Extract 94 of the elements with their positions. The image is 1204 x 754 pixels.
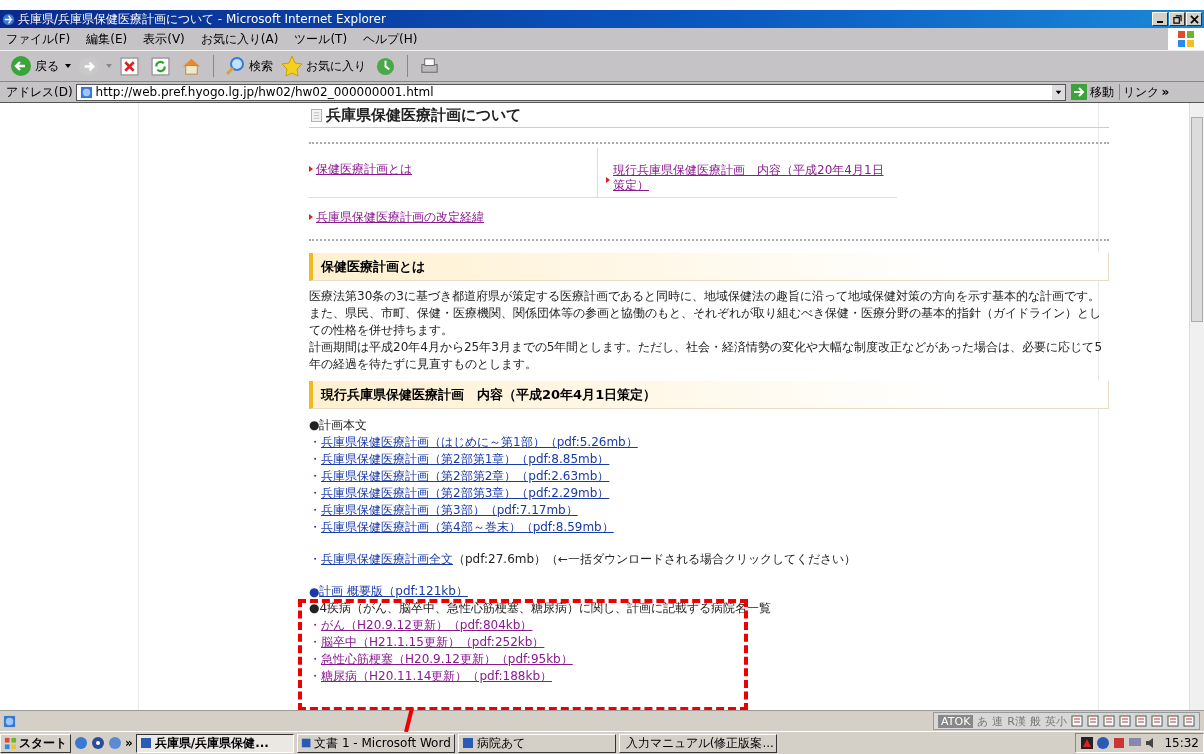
- more-links-button[interactable]: »: [1161, 85, 1170, 99]
- search-icon: [224, 55, 246, 77]
- taskbar-button[interactable]: 兵庫県/兵庫県保健...: [135, 733, 294, 753]
- menu-item[interactable]: ツール(T): [294, 30, 348, 48]
- bullet: ・: [309, 668, 321, 685]
- close-icon: [1189, 14, 1199, 24]
- links-label[interactable]: リンク: [1122, 83, 1159, 101]
- menu-item[interactable]: ヘルプ(H): [363, 30, 418, 48]
- media-icon[interactable]: [91, 736, 105, 750]
- ime-tool-icon[interactable]: [1167, 715, 1179, 727]
- minimize-button[interactable]: [1152, 12, 1168, 26]
- document-link[interactable]: 兵庫県保健医療計画（第2部第3章）（pdf:2.29mb）: [321, 486, 610, 501]
- minimize-icon: [1157, 21, 1163, 23]
- bullet: ・: [309, 502, 321, 519]
- document-link[interactable]: 兵庫県保健医療計画（はじめに～第1部）（pdf:5.26mb）: [321, 435, 638, 450]
- address-label: アドレス(D): [6, 83, 73, 101]
- window-icon: [300, 737, 312, 749]
- ime-tool-icon[interactable]: [1151, 715, 1163, 727]
- document-link[interactable]: がん（H20.9.12更新）（pdf:804kb）: [321, 618, 533, 633]
- list-heading: ●計画本文: [309, 417, 368, 434]
- bullet: ・: [309, 617, 321, 634]
- paragraph: 医療法第30条の3に基づき都道府県が策定する医療計画であると同時に、地域保健法の趣旨に沿って地域保健対策の方向を示す基本的な計画です。: [309, 288, 1101, 305]
- document-link[interactable]: 兵庫県保健医療計画（第3部）（pdf:7.17mb）: [321, 503, 578, 518]
- window-title: 兵庫県/兵庫県保健医療計画について - Microsoft Internet Explorer: [18, 10, 386, 28]
- stop-icon[interactable]: [119, 55, 140, 77]
- bullet: ・: [309, 468, 321, 485]
- bullet: ・: [309, 451, 321, 468]
- taskbar-button[interactable]: 文書 1 - Microsoft Word: [296, 733, 455, 753]
- bullet: ・: [309, 551, 321, 568]
- bullet: ・: [309, 485, 321, 502]
- taskbar-button[interactable]: 病院あて: [457, 733, 616, 753]
- menu-item[interactable]: 表示(V): [143, 30, 185, 48]
- bullet: ・: [309, 634, 321, 651]
- triangle-icon: [309, 166, 313, 172]
- go-arrow-icon: [1070, 84, 1087, 100]
- more-button[interactable]: »: [125, 736, 133, 750]
- favorites-button[interactable]: お気に入り: [279, 55, 368, 77]
- menu-item[interactable]: 編集(E): [86, 30, 128, 48]
- document-link[interactable]: 計画 概要版（pdf:121kb）: [319, 584, 468, 599]
- refresh-icon[interactable]: [150, 55, 171, 77]
- windows-logo-icon: [1168, 28, 1204, 50]
- taskbar-button[interactable]: 入力マニュアル(修正版案...: [618, 733, 777, 753]
- address-field[interactable]: http://web.pref.hyogo.lg.jp/hw02/hw02_000000001.html: [75, 83, 1066, 101]
- menu-item[interactable]: ファイル(F): [6, 30, 71, 48]
- triangle-icon: [309, 214, 313, 220]
- nav-link[interactable]: 現行兵庫県保健医療計画 内容（平成20年4月1日策定）: [613, 162, 887, 193]
- bullet: ・: [309, 434, 321, 451]
- go-button[interactable]: 移動: [1068, 83, 1116, 101]
- scrollbar[interactable]: [1189, 103, 1204, 710]
- section-heading: 現行兵庫県保健医療計画 内容（平成20年4月1日策定）: [309, 381, 1109, 409]
- document-link[interactable]: 兵庫県保健医療計画（第2部第2章）（pdf:2.63mb）: [321, 469, 610, 484]
- page-icon: [79, 85, 93, 99]
- ime-tool-icon[interactable]: [1087, 715, 1099, 727]
- ime-tool-icon[interactable]: [1071, 715, 1083, 727]
- document-link[interactable]: 兵庫県保健医療計画全文: [321, 552, 453, 567]
- ime-tool-icon[interactable]: [1135, 715, 1147, 727]
- menu-item[interactable]: お気に入り(A): [200, 30, 279, 48]
- nav-link[interactable]: 保健医療計画とは: [316, 162, 412, 177]
- language-bar-item[interactable]: ATOK: [938, 714, 974, 728]
- link-note: （pdf:27.6mb）（←一括ダウンロードされる場合クリックしてください）: [453, 551, 857, 568]
- close-button[interactable]: [1186, 12, 1202, 26]
- scrollbar-thumb[interactable]: [1191, 117, 1203, 322]
- restore-button[interactable]: [1169, 12, 1185, 26]
- history-icon[interactable]: [375, 55, 396, 77]
- page-icon: [3, 714, 16, 728]
- ime-tool-icon[interactable]: [1103, 715, 1115, 727]
- bullet: ・: [309, 519, 321, 536]
- triangle-icon: [606, 176, 610, 183]
- search-button[interactable]: 検索: [222, 55, 275, 77]
- paragraph: また、県民、市町、保健・医療機関、関係団体等の参画と協働のもと、それぞれが取り組むべき保健・医療分野の基本的指針（ガイドライン）としての性格を併せ持ちます。: [309, 305, 1102, 339]
- back-button[interactable]: 戻る: [8, 55, 61, 77]
- page-title: 兵庫県保健医療計画について: [326, 105, 521, 125]
- ime-tool-icon[interactable]: [1119, 715, 1131, 727]
- ime-tool-icon[interactable]: [1183, 715, 1195, 727]
- document-link[interactable]: 兵庫県保健医療計画（第4部～巻末）（pdf:8.59mb）: [321, 520, 614, 535]
- windows-logo-icon: [4, 736, 17, 750]
- clock: 15:32: [1164, 736, 1199, 750]
- document-link[interactable]: 糖尿病（H20.11.14更新）（pdf:188kb）: [321, 669, 552, 684]
- section-heading: 保健医療計画とは: [309, 253, 1109, 281]
- document-link[interactable]: 脳卒中（H21.1.15更新）（pdf:252kb）: [321, 635, 545, 650]
- start-button[interactable]: スタート: [0, 733, 71, 753]
- restore-icon: [1172, 14, 1182, 24]
- window-icon: [461, 737, 474, 749]
- document-icon: [311, 108, 322, 122]
- window-icon: [139, 737, 152, 749]
- document-link[interactable]: 急性心筋梗塞（H20.9.12更新）（pdf:95kb）: [321, 652, 573, 667]
- nav-link[interactable]: 兵庫県保健医療計画の改定経緯: [316, 210, 484, 225]
- bullet: ●: [309, 584, 320, 599]
- dropdown-arrow-icon[interactable]: [65, 64, 71, 68]
- app-icon[interactable]: [1080, 736, 1095, 750]
- star-icon: [281, 55, 303, 77]
- paragraph: 計画期間は平成20年4月から25年3月までの5年間とします。ただし、社会・経済情勢の変化や大幅な制度改正などがあった場合は、必要に応じて5年の経過を待たずに見直すものとします。: [309, 339, 1104, 373]
- bullet: ・: [309, 651, 321, 668]
- document-link[interactable]: 兵庫県保健医療計画（第2部第1章）（pdf:8.85mb）: [321, 452, 610, 467]
